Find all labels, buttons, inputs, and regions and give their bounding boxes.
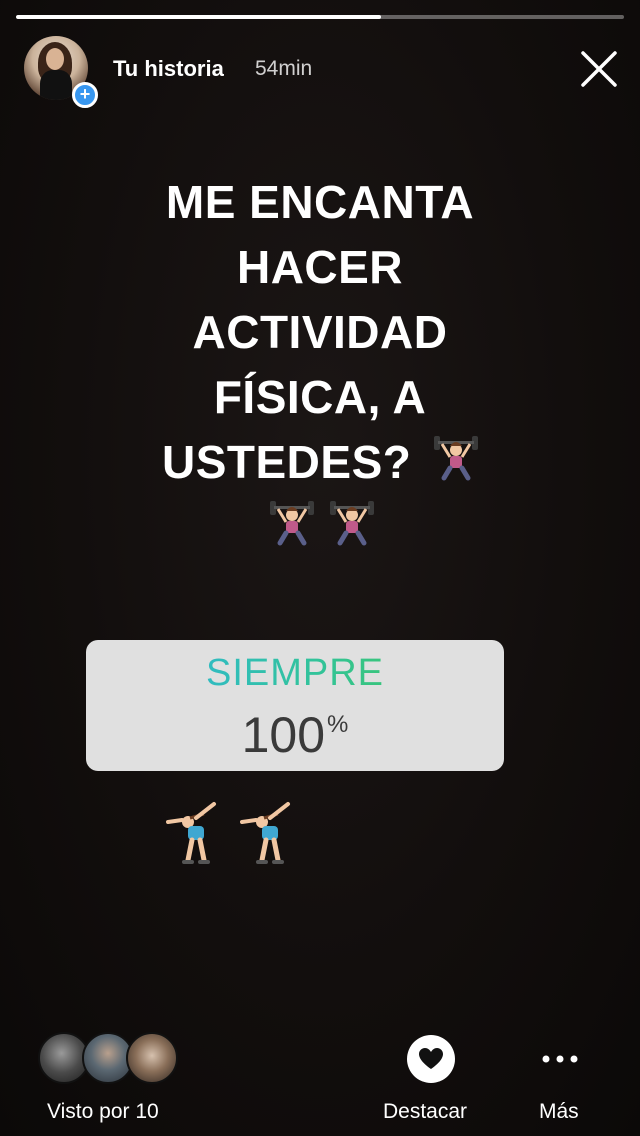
headline-line: HACER xyxy=(236,241,404,293)
cartwheel-emoji-row xyxy=(160,800,294,868)
cartwheel-emoji-icon xyxy=(240,802,290,864)
poll-sticker[interactable]: SIEMPRE 100% xyxy=(86,640,504,771)
poll-percent-value: 100 xyxy=(241,707,326,763)
weightlifter-emoji-icon xyxy=(330,501,374,546)
poll-result: 100% xyxy=(86,706,504,764)
close-icon[interactable] xyxy=(578,48,620,90)
viewers-avatars[interactable] xyxy=(38,1032,188,1086)
viewer-avatar xyxy=(126,1032,178,1084)
story-time: 54min xyxy=(255,57,313,80)
weightlifter-emoji-icon xyxy=(434,436,478,481)
highlight-label[interactable]: Destacar xyxy=(383,1100,467,1124)
viewers-count-label[interactable]: Visto por 10 xyxy=(47,1100,159,1124)
weightlifter-emoji-row xyxy=(266,497,378,549)
headline-line: ACTIVIDAD xyxy=(192,306,448,358)
more-label[interactable]: Más xyxy=(539,1100,579,1124)
weightlifter-emoji-icon xyxy=(270,501,314,546)
heart-icon xyxy=(419,1048,443,1069)
highlight-button[interactable] xyxy=(407,1035,455,1083)
add-story-badge[interactable]: + xyxy=(72,82,98,108)
more-options-icon[interactable] xyxy=(538,1046,582,1072)
story-progress-bar xyxy=(16,15,624,19)
poll-option-label: SIEMPRE xyxy=(86,652,504,695)
headline-line: ME ENCANTA xyxy=(165,176,475,228)
poll-percent-sign: % xyxy=(327,711,349,738)
cartwheel-emoji-icon xyxy=(166,802,216,864)
headline-line: FÍSICA, A xyxy=(213,371,427,423)
story-progress-fill xyxy=(16,15,381,19)
story-owner-label[interactable]: Tu historia xyxy=(113,56,224,82)
